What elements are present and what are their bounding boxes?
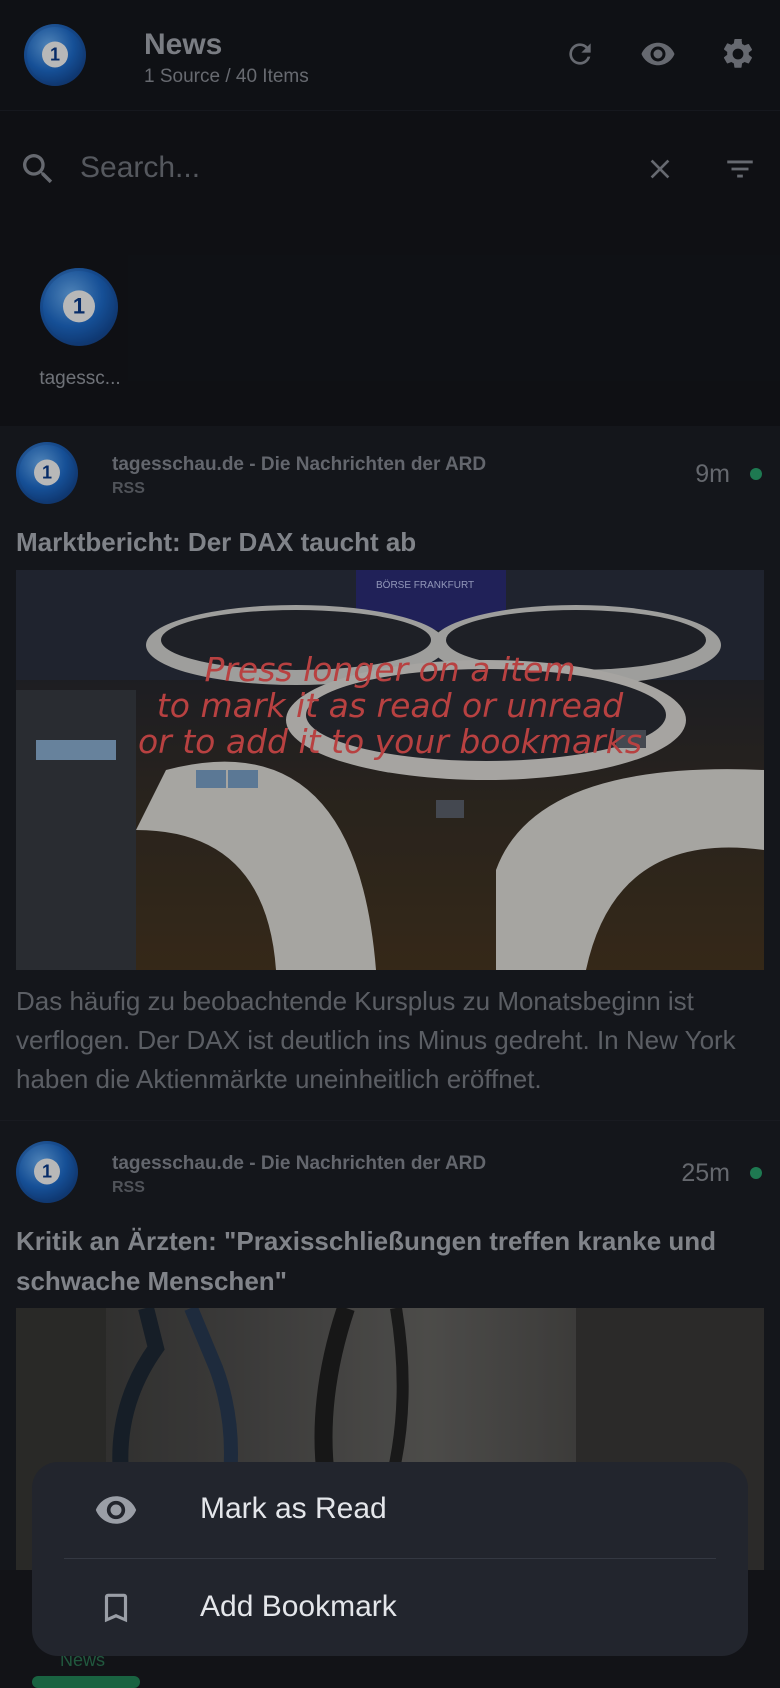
bookmark-icon <box>94 1586 138 1630</box>
add-bookmark-label: Add Bookmark <box>200 1590 397 1623</box>
mark-as-read-button[interactable]: Mark as Read <box>32 1462 748 1558</box>
sheet-divider <box>64 1558 716 1559</box>
mark-as-read-label: Mark as Read <box>200 1492 387 1525</box>
modal-scrim[interactable] <box>0 0 780 1688</box>
item-actions-sheet: Mark as Read Add Bookmark <box>32 1462 748 1656</box>
add-bookmark-button[interactable]: Add Bookmark <box>32 1560 748 1656</box>
eye-icon <box>94 1488 138 1532</box>
